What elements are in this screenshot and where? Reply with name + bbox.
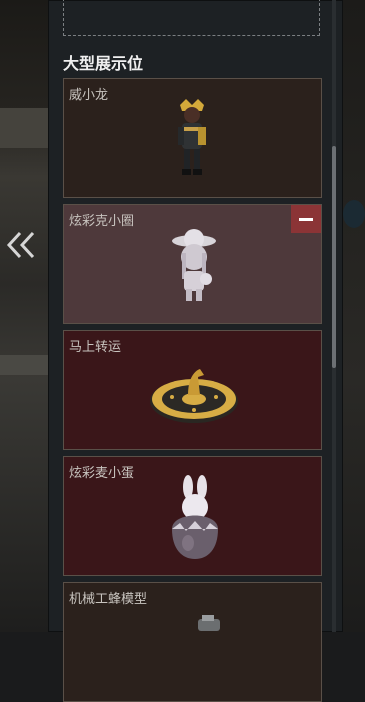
shelf-decoration bbox=[0, 108, 48, 148]
double-chevron-left-icon-svg bbox=[6, 231, 35, 259]
remove-button[interactable] bbox=[291, 205, 321, 233]
minus-icon bbox=[299, 217, 313, 221]
scene-object bbox=[343, 200, 365, 228]
background-scene-right bbox=[343, 0, 365, 632]
background-scene-left bbox=[0, 0, 48, 632]
egg-bunny-icon bbox=[168, 473, 222, 565]
double-chevron-left-icon[interactable] bbox=[4, 228, 38, 262]
figure-girl-icon bbox=[168, 229, 220, 311]
display-panel: 大型展示位 威小龙 炫彩克小圈 马上转运 炫彩麦小蛋 机械工蜂模型 bbox=[48, 0, 343, 702]
card-label: 威小龙 bbox=[69, 88, 109, 103]
scrollbar[interactable] bbox=[332, 0, 336, 632]
scrollbar-thumb[interactable] bbox=[332, 146, 336, 368]
display-card[interactable]: 马上转运 bbox=[63, 330, 322, 450]
card-label: 机械工蜂模型 bbox=[69, 592, 148, 607]
horse-wheel-icon bbox=[148, 355, 240, 429]
card-label: 炫彩麦小蛋 bbox=[69, 466, 135, 481]
display-card[interactable]: 机械工蜂模型 bbox=[63, 582, 322, 702]
display-card[interactable]: 威小龙 bbox=[63, 78, 322, 198]
mech-bee-icon bbox=[194, 613, 224, 637]
empty-slot-placeholder[interactable] bbox=[63, 0, 320, 36]
figure-hero-icon bbox=[170, 97, 214, 185]
shelf-decoration bbox=[0, 355, 48, 375]
card-label: 炫彩克小圈 bbox=[69, 214, 135, 229]
section-title: 大型展示位 bbox=[63, 54, 144, 73]
display-card[interactable]: 炫彩麦小蛋 bbox=[63, 456, 322, 576]
card-label: 马上转运 bbox=[69, 340, 122, 355]
display-card[interactable]: 炫彩克小圈 bbox=[63, 204, 322, 324]
